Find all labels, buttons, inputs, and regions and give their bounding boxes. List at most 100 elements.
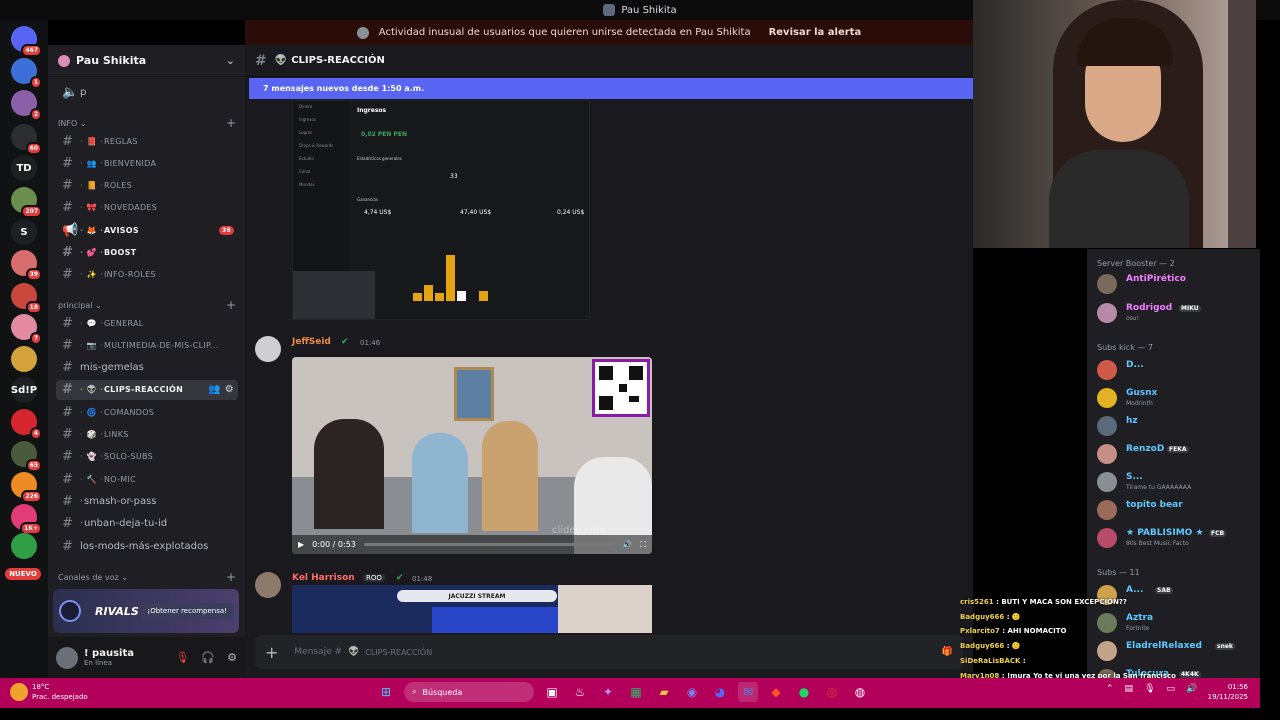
server-icon[interactable] [11, 346, 37, 372]
weather-widget[interactable]: 18°C Prac. despejado [10, 682, 88, 702]
category-principal[interactable]: principal ⌄ + [58, 298, 236, 312]
chevron-down-icon[interactable]: ⌄ [226, 54, 235, 67]
mute-mic-icon[interactable]: 🎙 [175, 651, 189, 664]
add-channel-icon[interactable]: + [226, 570, 236, 584]
channel-item[interactable]: # · 💕 · BOOST [56, 243, 238, 263]
server-icon[interactable]: Sd!P [11, 377, 37, 403]
file-explorer-icon[interactable]: ▰ [654, 682, 674, 702]
member-item[interactable]: AntiPirético [1097, 271, 1257, 297]
screenshot-attachment[interactable]: Dinero Ingresos Logros Drops & Rewards Estud… [292, 100, 590, 320]
fullscreen-icon[interactable]: ⛶ [640, 540, 646, 550]
server-icon[interactable]: TD [11, 155, 37, 181]
message-author[interactable]: Kel Harrison [292, 573, 355, 583]
mic-icon[interactable]: 🎙 [1144, 684, 1155, 694]
teams-icon[interactable]: ◉ [682, 682, 702, 702]
voice-channel-p[interactable]: 🔈 p [56, 82, 238, 102]
server-icon[interactable]: 207 [11, 187, 42, 218]
message-author[interactable]: JeffSeid [292, 337, 331, 347]
tray-app-icon[interactable]: ▤ [1125, 684, 1134, 694]
channel-item[interactable]: # los-mods-más-explotados [56, 536, 238, 556]
qr-code [592, 359, 650, 417]
discord-icon[interactable]: ◕ [710, 682, 730, 702]
hash-icon: # [62, 404, 74, 420]
channel-item[interactable]: # · 👥 · BIENVENIDA [56, 153, 238, 173]
channel-item[interactable]: # mis-gemelas [56, 358, 238, 378]
channel-item[interactable]: # · ✨ · INFO-ROLES [56, 265, 238, 285]
windows-start-icon[interactable]: ⊞ [376, 682, 396, 702]
server-icon[interactable] [11, 533, 37, 559]
volume-icon[interactable]: 🔊 [622, 540, 632, 549]
server-icon[interactable]: 7 [11, 314, 42, 345]
add-channel-icon[interactable]: + [226, 298, 236, 312]
excel-icon[interactable]: ▦ [626, 682, 646, 702]
server-header[interactable]: Pau Shikita ⌄ [48, 45, 245, 77]
server-icon[interactable]: 2 [11, 90, 42, 121]
network-icon[interactable]: ▭ [1167, 684, 1176, 694]
server-icon[interactable]: 1 [11, 58, 42, 89]
video-seek-bar[interactable] [363, 543, 615, 546]
gear-icon[interactable]: ⚙ [227, 651, 237, 664]
copilot-icon[interactable]: ✦ [598, 682, 618, 702]
review-alert-link[interactable]: Revisar la alerta [769, 27, 862, 38]
claim-reward-button[interactable]: ¡Obtener recompensa! [141, 603, 233, 619]
taskbar-search[interactable]: ⌕ Búsqueda [404, 682, 534, 702]
avatar[interactable] [255, 336, 281, 362]
category-info[interactable]: INFO ⌄ + [58, 116, 236, 130]
spotify-icon[interactable]: ● [794, 682, 814, 702]
server-icon[interactable]: 60 [11, 124, 42, 155]
channel-item[interactable]: # · smash-or-pass [56, 491, 238, 511]
server-icon[interactable]: 226 [11, 472, 42, 503]
channel-item[interactable]: # · 📙 · ROLES [56, 176, 238, 196]
attach-icon[interactable]: + [265, 643, 278, 662]
member-item[interactable]: S... Tirame tu GAAAAAAA [1097, 469, 1257, 495]
deafen-icon[interactable]: 🎧 [201, 651, 215, 664]
jacuzzi-video[interactable]: JACUZZI STREAM [292, 585, 652, 633]
new-badge[interactable]: NUEVO [5, 568, 41, 580]
task-view-icon[interactable]: ▣ [542, 682, 562, 702]
chevron-up-icon[interactable]: ⌃ [1106, 684, 1114, 694]
server-icon[interactable]: 39 [11, 250, 42, 281]
avatar[interactable] [56, 646, 78, 669]
member-item[interactable]: Rodrigod MIKU osu! [1097, 300, 1257, 326]
avatar[interactable] [255, 572, 281, 598]
outlook-icon[interactable]: ✉ [738, 682, 758, 702]
channel-item[interactable]: # · 📕 · REGLAS [56, 131, 238, 151]
channel-emoji-icon: 🔨 [86, 474, 98, 484]
channel-item[interactable]: # · 📷 · MULTIMEDIA-DE-MIS-CLIP... [56, 335, 238, 355]
member-item[interactable]: hz [1097, 413, 1257, 439]
video-player[interactable]: clideo.com ▶ 0:00 / 0:53 🔊 ⛶ [292, 357, 652, 554]
server-icon[interactable]: 4 [11, 409, 42, 440]
server-icon[interactable]: 18 [11, 283, 42, 314]
member-item[interactable]: Gusnx Modrinth [1097, 385, 1257, 411]
message-composer[interactable]: + Mensaje # 👽 CLIPS-REACCIÓN 🎁 [255, 635, 963, 669]
volume-icon[interactable]: 🔊 [1186, 684, 1197, 694]
channel-item[interactable]: # · 🔨 · NO-MIC [56, 469, 238, 489]
member-item[interactable]: RenzoD FEKA [1097, 441, 1257, 467]
channel-settings-icon[interactable]: 👥 ⚙ [208, 384, 234, 395]
channel-item[interactable]: # · 🎀 · NOVEDADES [56, 198, 238, 218]
server-icon[interactable]: 467 [11, 26, 42, 57]
channel-item[interactable]: # · unban-deja-tu-id [56, 514, 238, 534]
server-icon[interactable]: 65 [11, 441, 42, 472]
channel-item[interactable]: # · 🌀 · COMANDOS [56, 402, 238, 422]
brave-icon[interactable]: ◆ [766, 682, 786, 702]
channel-item[interactable]: # · 👻 · SOLO-SUBS [56, 447, 238, 467]
play-icon[interactable]: ▶ [298, 540, 304, 549]
channel-item[interactable]: # · 👽 · CLIPS-REACCIÓN 👥 ⚙ [56, 379, 238, 400]
server-icon[interactable]: 1K+ [11, 504, 42, 535]
taskbar-clock[interactable]: 01:56 19/11/2025 [1200, 682, 1248, 702]
new-messages-bar[interactable]: 7 mensajes nuevos desde 1:50 a.m. [249, 78, 973, 99]
gift-icon[interactable]: 🎁 [942, 647, 953, 657]
channel-item[interactable]: 📢 · 🦊 · AVISOS 36 [56, 220, 238, 240]
recorder-icon[interactable]: ◎ [822, 682, 842, 702]
category-voice[interactable]: Canales de voz ⌄ + [58, 570, 236, 584]
channel-item[interactable]: # · 🎲 · LINKS [56, 425, 238, 445]
add-channel-icon[interactable]: + [226, 116, 236, 130]
member-item[interactable]: ★ PABLISIMO ★ FCB 80s Best Music Facto [1097, 525, 1257, 551]
member-item[interactable]: D... [1097, 357, 1257, 383]
channel-item[interactable]: # · 💬 · GENERAL [56, 313, 238, 333]
obs-icon[interactable]: ◍ [850, 682, 870, 702]
server-icon[interactable]: S [11, 219, 37, 245]
member-item[interactable]: topito bear [1097, 497, 1257, 523]
steam-icon[interactable]: ♨ [570, 682, 590, 702]
